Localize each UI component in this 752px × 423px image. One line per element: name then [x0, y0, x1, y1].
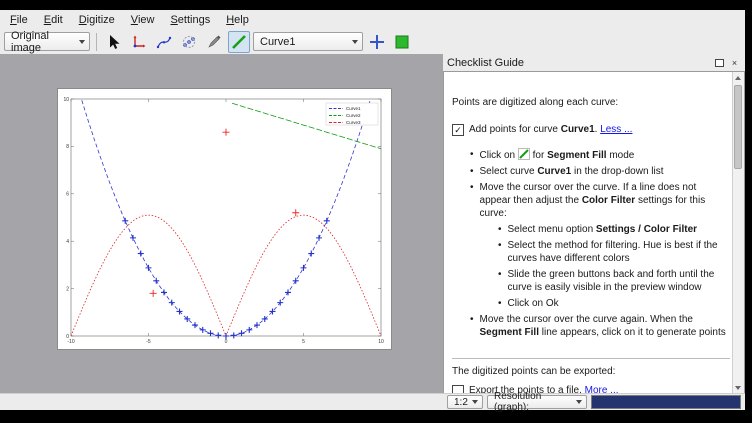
- green-square-icon: [394, 34, 410, 50]
- chevron-down-icon: [576, 400, 582, 404]
- bullet-icon: •: [498, 297, 502, 310]
- less-link[interactable]: Less ...: [600, 124, 632, 135]
- checklist-scroll-area: Points are digitized along each curve: ✓…: [444, 72, 733, 393]
- menu-digitize[interactable]: Digitize: [71, 12, 123, 28]
- checklist-dock: Checklist Guide × Points are digitized a…: [443, 54, 745, 394]
- menu-bar: File Edit Digitize View Settings Help: [0, 10, 745, 29]
- chevron-down-icon: [79, 40, 85, 44]
- svg-text:Curve3: Curve3: [346, 120, 361, 125]
- triangle-down-icon: [735, 386, 741, 390]
- blue-cross-icon: [369, 34, 385, 50]
- point-match-tool-button[interactable]: [178, 31, 200, 53]
- bullet-icon: •: [470, 148, 474, 162]
- svg-text:-10: -10: [67, 339, 74, 345]
- export-section: The digitized points can be exported: Ex…: [452, 358, 730, 394]
- svg-text:4: 4: [66, 239, 69, 245]
- close-button[interactable]: ×: [728, 56, 741, 69]
- scrollbar-thumb[interactable]: [734, 85, 742, 169]
- curve-combo-value: Curve1: [260, 36, 295, 48]
- resolution-combo[interactable]: Resolution (graph):: [487, 395, 587, 409]
- resolution-label: Resolution (graph):: [494, 391, 570, 413]
- engauge-digitizer-window: File Edit Digitize View Settings Help Or…: [0, 10, 745, 410]
- toolbar-separator: [96, 33, 97, 51]
- checklist-intro: Points are digitized along each curve:: [452, 96, 727, 109]
- divider: [452, 358, 730, 359]
- toolbar: Original image: [0, 29, 745, 55]
- bullet-filter-method: • Select the method for filtering. Hue i…: [498, 239, 727, 265]
- bullet-move-cursor: • Move the cursor over the curve. If a l…: [470, 181, 727, 220]
- svg-text:10: 10: [378, 339, 384, 345]
- menu-file[interactable]: File: [2, 12, 36, 28]
- zoom-combo[interactable]: 1:2: [447, 395, 483, 409]
- background-combo-value: Original image: [11, 30, 73, 54]
- fill-color-button[interactable]: [391, 31, 413, 53]
- bullet-click-ok: • Click on Ok: [498, 297, 727, 310]
- bullet-icon: •: [470, 165, 474, 178]
- menu-view[interactable]: View: [123, 12, 163, 28]
- points-highlight-button[interactable]: [366, 31, 388, 53]
- bullet-icon: •: [470, 181, 474, 220]
- select-tool-button[interactable]: [103, 31, 125, 53]
- svg-text:8: 8: [66, 144, 69, 150]
- axis-point-tool-button[interactable]: [128, 31, 150, 53]
- graph-canvas[interactable]: -10 -5 0 5 10 0 2 4 6 8 10 Curve1 Curve2 Curve3: [57, 88, 392, 350]
- add-points-item: ✓ Add points for curve Curve1. Less ...: [452, 123, 727, 136]
- checklist-content: Points are digitized along each curve: ✓…: [443, 71, 745, 394]
- dock-titlebar: Checklist Guide ×: [443, 54, 745, 71]
- curve-combo[interactable]: Curve1: [253, 32, 363, 51]
- cursor-arrow-icon: [106, 34, 122, 50]
- scroll-down-button[interactable]: [733, 382, 743, 393]
- svg-text:-5: -5: [146, 339, 151, 345]
- svg-text:5: 5: [302, 339, 305, 345]
- segment-fill-inline-icon: [518, 148, 530, 160]
- svg-text:0: 0: [66, 334, 69, 340]
- chevron-down-icon: [472, 400, 478, 404]
- coordinates-field[interactable]: [591, 395, 741, 409]
- svg-text:Curve1: Curve1: [346, 106, 361, 111]
- bullet-icon: •: [498, 239, 502, 265]
- bullet-icon: •: [498, 223, 502, 236]
- close-icon: ×: [732, 58, 737, 68]
- curve-point-tool-button[interactable]: [153, 31, 175, 53]
- check-icon: ✓: [454, 126, 462, 135]
- bullet-segment-fill-mode: • Click on for Segment Fill mode: [470, 148, 727, 162]
- menu-help[interactable]: Help: [218, 12, 257, 28]
- point-match-icon: [181, 34, 197, 50]
- bullet-menu-option: • Select menu option Settings / Color Fi…: [498, 223, 727, 236]
- vertical-scrollbar[interactable]: [732, 72, 744, 393]
- chevron-down-icon: [352, 40, 358, 44]
- zoom-value: 1:2: [454, 397, 468, 408]
- bullet-move-cursor-again: • Move the cursor over the curve again. …: [470, 313, 727, 339]
- export-intro: The digitized points can be exported:: [452, 365, 730, 378]
- float-icon: [715, 59, 724, 67]
- background-combo[interactable]: Original image: [4, 32, 90, 51]
- eyedropper-icon: [206, 34, 222, 50]
- bullet-icon: •: [470, 313, 474, 339]
- workspace: -10 -5 0 5 10 0 2 4 6 8 10 Curve1 Curve2 Curve3 Check…: [0, 54, 745, 394]
- dock-title: Checklist Guide: [447, 57, 711, 69]
- triangle-up-icon: [735, 76, 741, 80]
- svg-text:2: 2: [66, 286, 69, 292]
- segment-fill-tool-button[interactable]: [228, 31, 250, 53]
- float-button[interactable]: [713, 56, 726, 69]
- status-bar: 1:2 Resolution (graph):: [0, 393, 745, 410]
- graph-image[interactable]: -10 -5 0 5 10 0 2 4 6 8 10 Curve1 Curve2 Curve3: [58, 89, 391, 349]
- color-picker-tool-button[interactable]: [203, 31, 225, 53]
- bullet-icon: •: [498, 268, 502, 294]
- segment-fill-icon: [231, 34, 247, 50]
- svg-text:10: 10: [63, 97, 69, 103]
- bullet-slide-buttons: • Slide the green buttons back and forth…: [498, 268, 727, 294]
- svg-text:0: 0: [225, 339, 228, 345]
- menu-settings[interactable]: Settings: [162, 12, 218, 28]
- scroll-up-button[interactable]: [733, 72, 743, 83]
- svg-text:6: 6: [66, 192, 69, 198]
- axis-point-icon: [131, 34, 147, 50]
- add-points-checkbox[interactable]: ✓: [452, 124, 464, 136]
- svg-text:Curve2: Curve2: [346, 113, 361, 118]
- menu-edit[interactable]: Edit: [36, 12, 71, 28]
- curve-point-icon: [156, 34, 172, 50]
- bullet-select-curve: • Select curve Curve1 in the drop-down l…: [470, 165, 727, 178]
- add-points-label: Add points for curve Curve1. Less ...: [469, 123, 632, 136]
